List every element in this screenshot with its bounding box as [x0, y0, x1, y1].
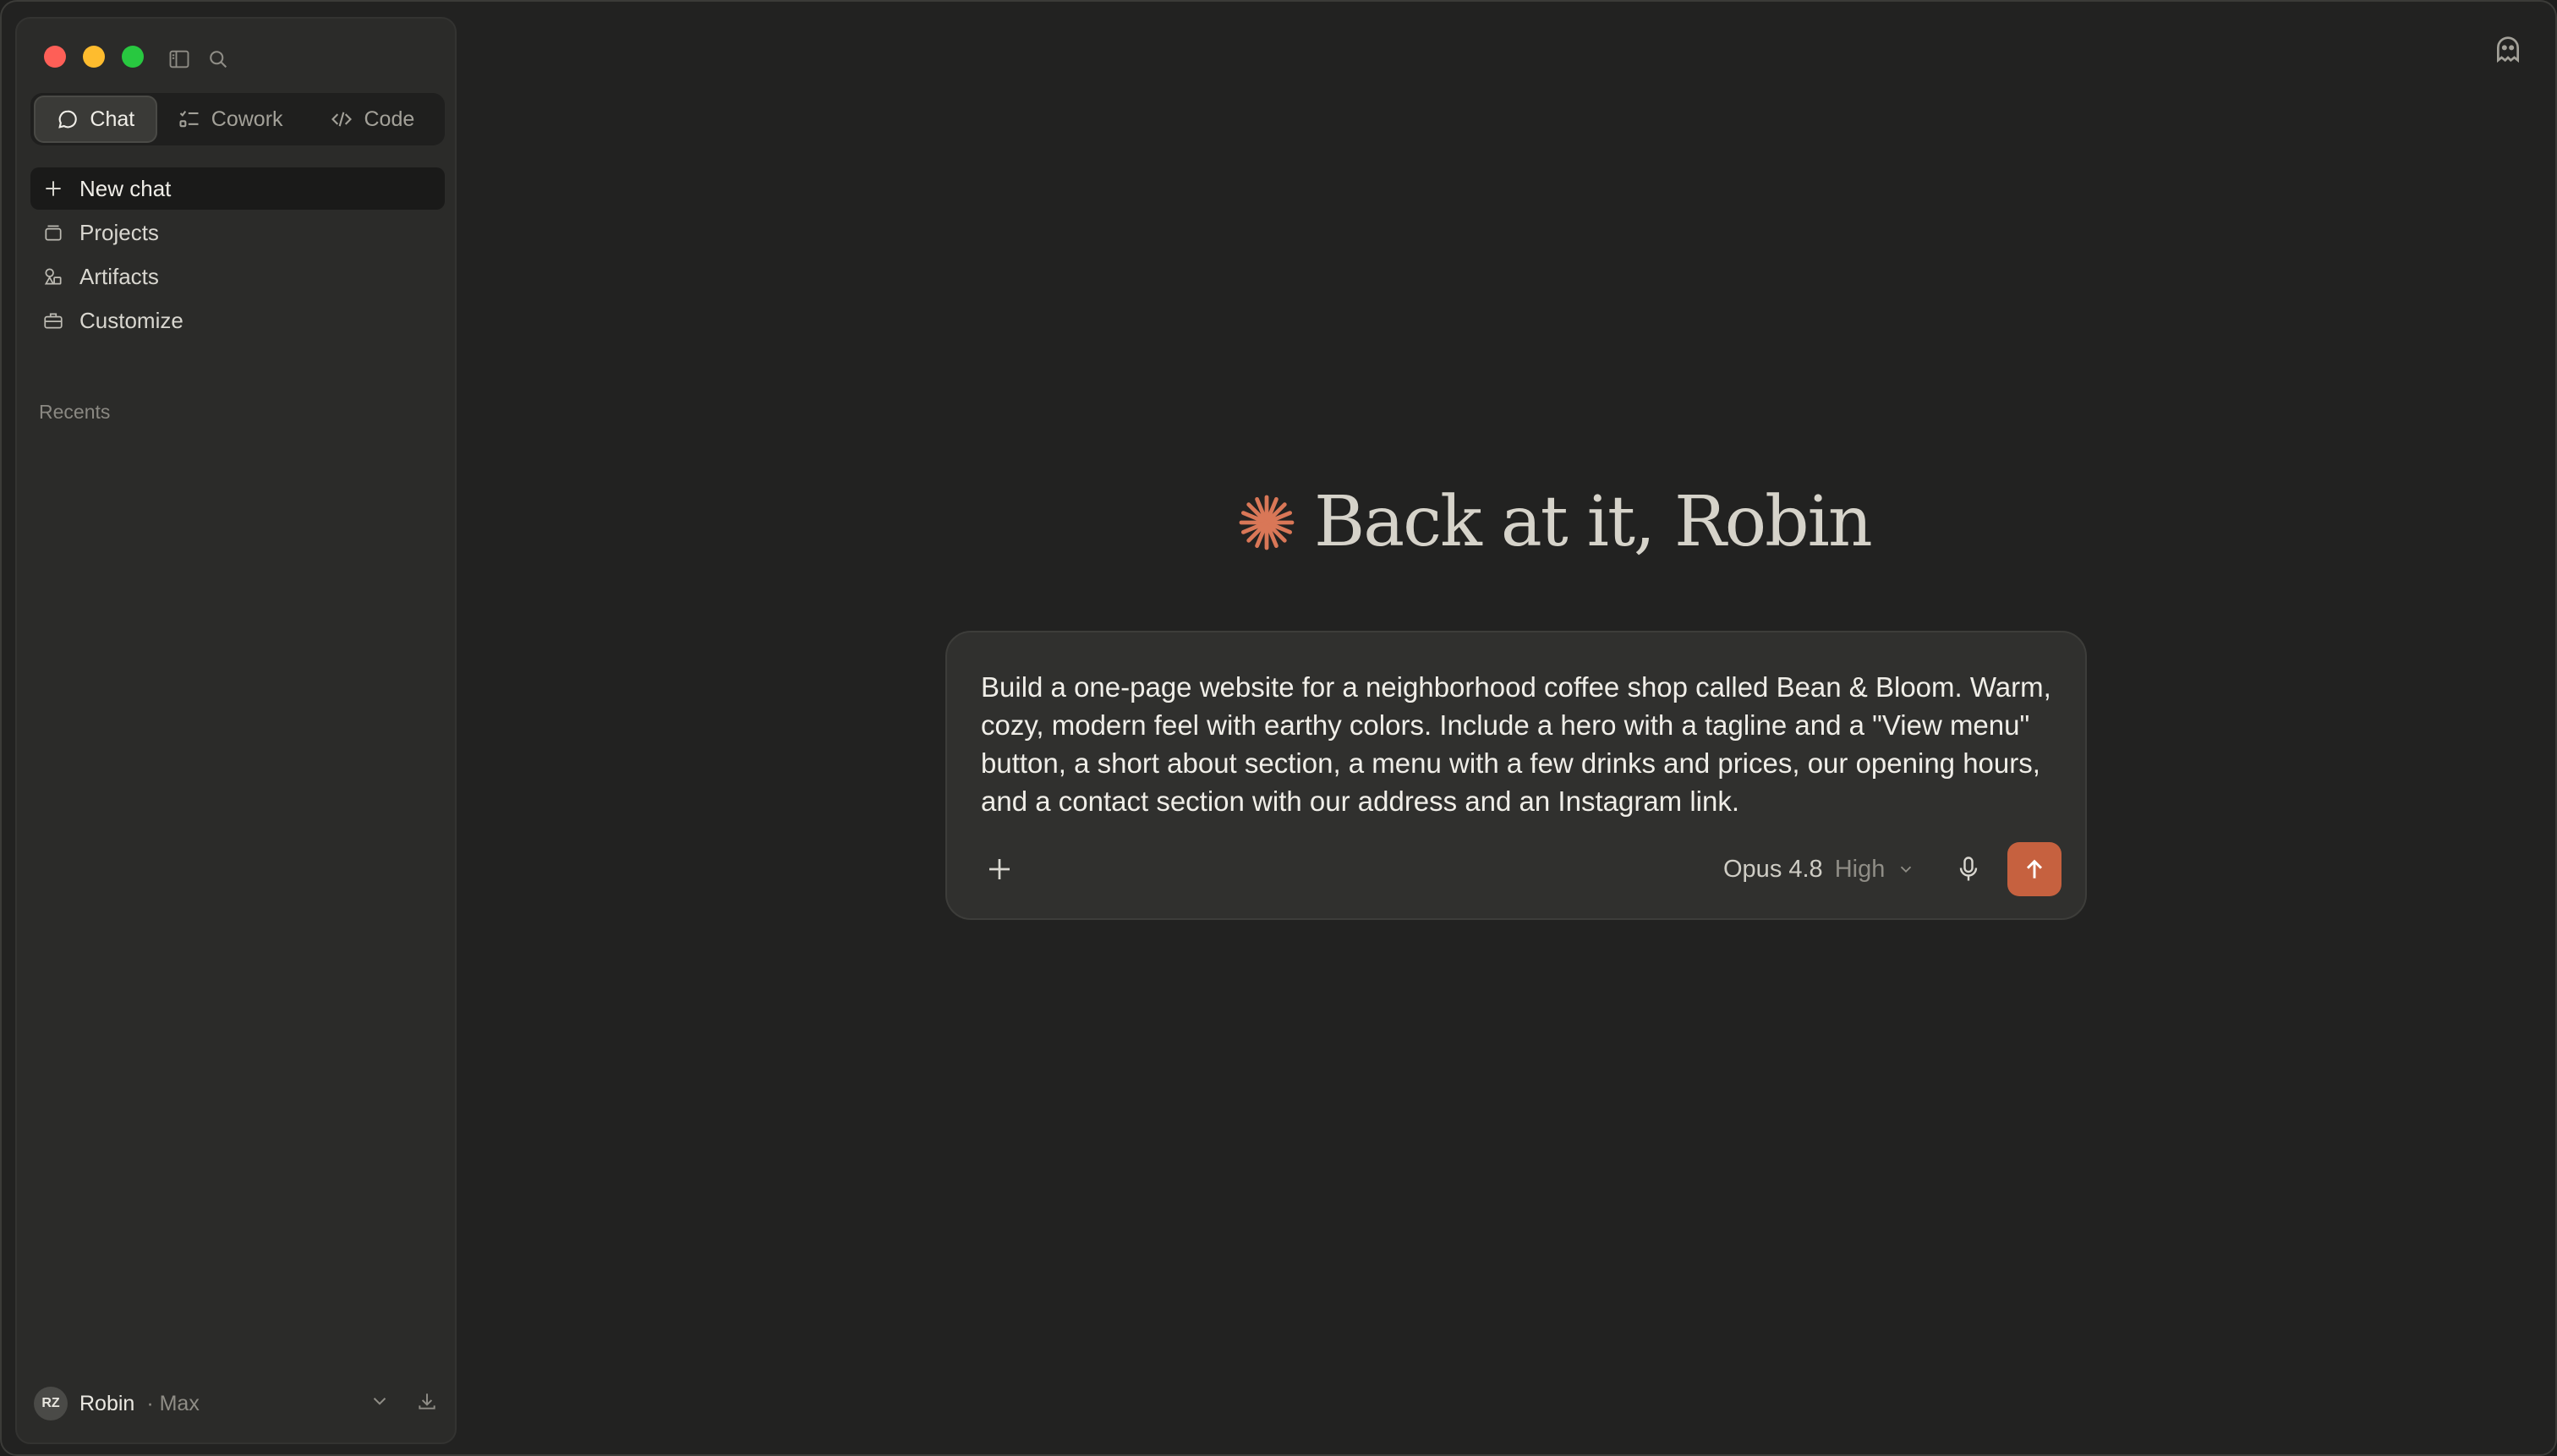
plus-icon	[46, 181, 61, 196]
sidebar-item-label: Customize	[79, 307, 183, 333]
avatar: RZ	[34, 1387, 68, 1420]
chevron-down-icon	[1901, 866, 1912, 873]
close-window-button[interactable]	[44, 46, 66, 68]
ghost-icon[interactable]	[2491, 32, 2525, 66]
greeting-text: Back at it, Robin	[1314, 482, 1873, 562]
tab-chat-label: Chat	[90, 107, 135, 131]
sidebar: Chat Cowork Code New chat Projects Artif…	[15, 17, 457, 1444]
send-button[interactable]	[2007, 842, 2061, 896]
sidebar-item-customize[interactable]: Customize	[30, 299, 445, 342]
tab-cowork-label: Cowork	[211, 107, 283, 131]
zoom-window-button[interactable]	[122, 46, 144, 68]
sidebar-item-artifacts[interactable]: Artifacts	[30, 255, 445, 298]
microphone-button[interactable]	[1953, 854, 1984, 884]
greeting: Back at it, Robin	[1236, 482, 1873, 562]
sidebar-toggle-icon[interactable]	[167, 47, 191, 71]
checklist-icon	[179, 111, 199, 128]
plus-icon	[989, 859, 1010, 879]
microphone-icon	[1959, 857, 1978, 881]
model-name: Opus 4.8	[1723, 855, 1823, 883]
sidebar-item-label: Projects	[79, 219, 159, 245]
model-effort: High	[1834, 855, 1886, 883]
tab-chat[interactable]: Chat	[34, 96, 157, 143]
profile-name: Robin	[79, 1391, 135, 1415]
recents-heading: Recents	[39, 401, 111, 423]
projects-icon	[45, 225, 62, 241]
chevron-down-icon[interactable]	[369, 1390, 391, 1412]
app-window: Chat Cowork Code New chat Projects Artif…	[0, 0, 2557, 1456]
sidebar-item-projects[interactable]: Projects	[30, 211, 445, 254]
sidebar-item-label: New chat	[79, 175, 172, 201]
code-icon	[331, 112, 353, 127]
model-selector[interactable]: Opus 4.8 High	[1723, 851, 1915, 888]
spark-icon	[1239, 495, 1295, 550]
mode-switch: Chat Cowork Code	[30, 93, 445, 145]
add-attachment-button[interactable]	[984, 854, 1015, 884]
arrow-up-icon	[2026, 859, 2043, 879]
search-icon[interactable]	[206, 47, 230, 71]
profile-menu[interactable]: RZ Robin · Max	[30, 1383, 445, 1424]
sidebar-item-new-chat[interactable]: New chat	[30, 167, 445, 210]
tab-cowork[interactable]: Cowork	[157, 96, 304, 143]
tab-code-label: Code	[364, 107, 415, 131]
minimize-window-button[interactable]	[83, 46, 105, 68]
message-composer: Build a one-page website for a neighborh…	[945, 631, 2087, 920]
briefcase-icon	[44, 313, 63, 329]
chat-bubble-icon	[58, 110, 78, 129]
profile-plan: · Max	[146, 1391, 200, 1415]
profile-actions	[369, 1390, 438, 1412]
tab-code[interactable]: Code	[304, 96, 441, 143]
artifacts-icon	[44, 268, 62, 285]
prompt-input[interactable]: Build a one-page website for a neighborh…	[981, 668, 2055, 820]
download-icon[interactable]	[416, 1390, 438, 1412]
sidebar-item-label: Artifacts	[79, 263, 159, 289]
